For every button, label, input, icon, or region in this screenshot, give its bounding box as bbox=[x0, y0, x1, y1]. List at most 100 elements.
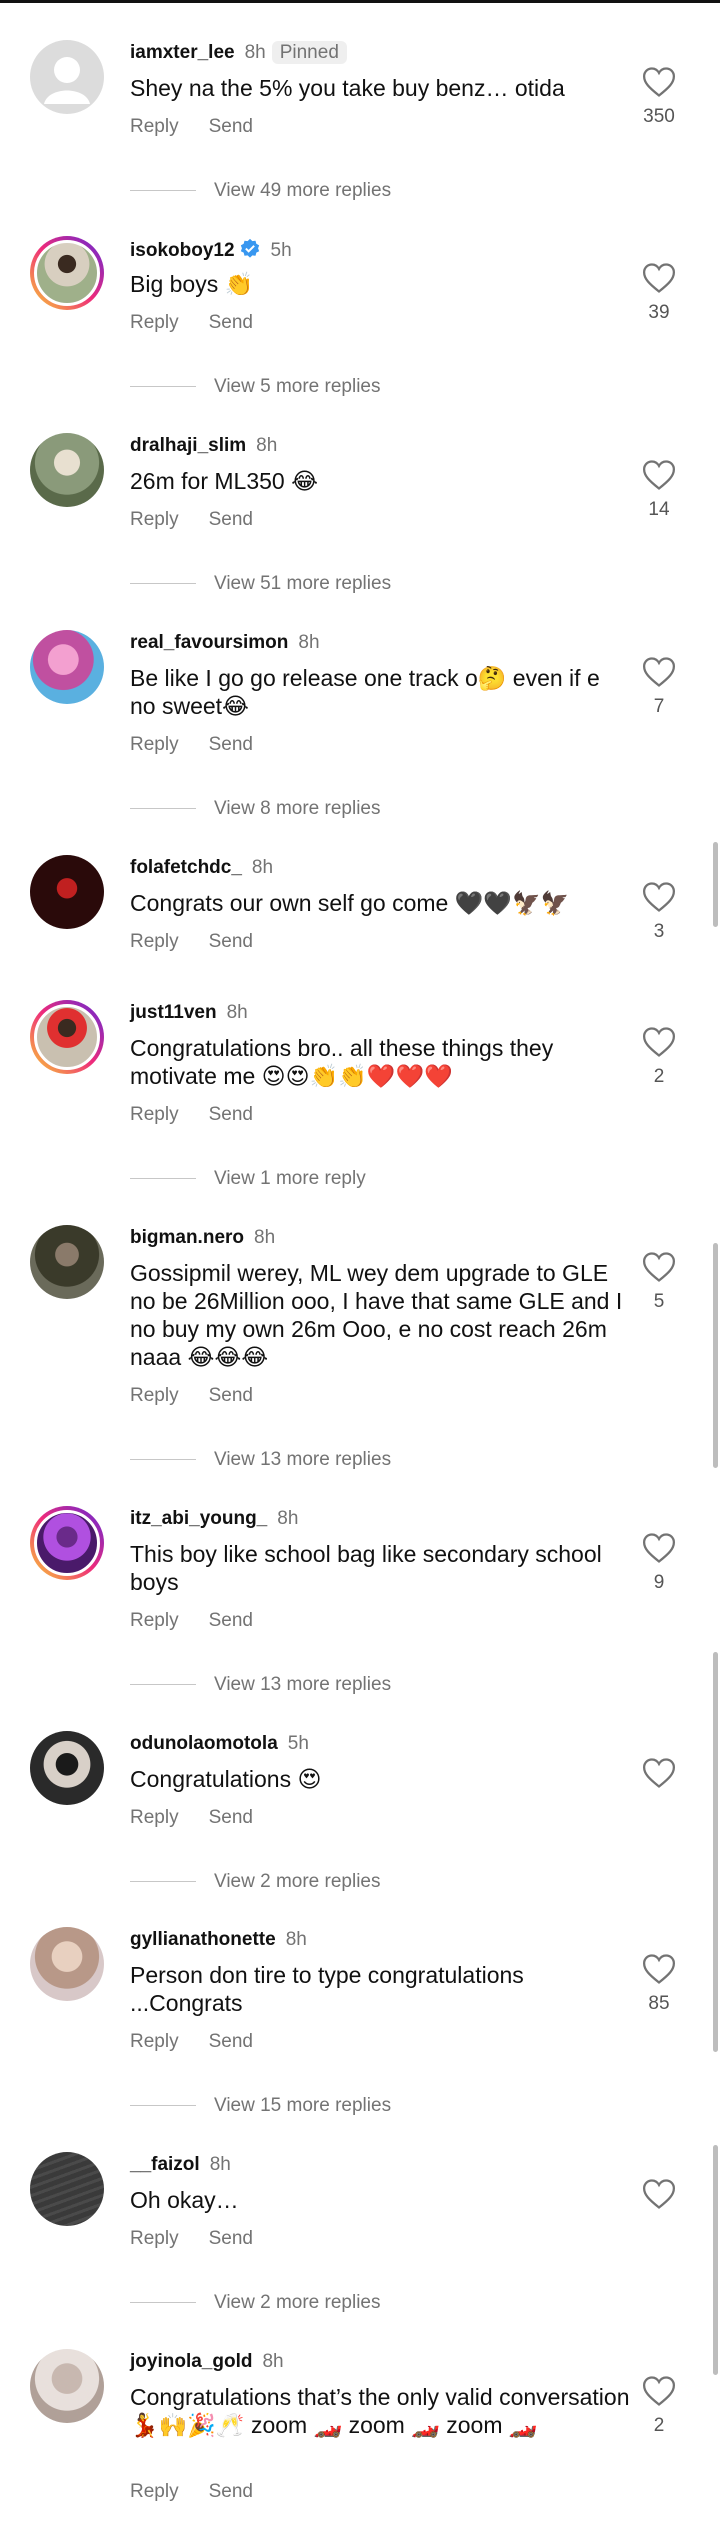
comment-text: 26m for ML350 😂 bbox=[130, 468, 318, 494]
send-button[interactable]: Send bbox=[209, 1610, 253, 1631]
reply-button[interactable]: Reply bbox=[130, 312, 179, 333]
view-more-replies[interactable]: View 13 more replies bbox=[130, 1449, 391, 1471]
view-more-label: View 1 more reply bbox=[214, 1168, 366, 1189]
heart-icon[interactable] bbox=[642, 66, 676, 98]
heart-icon[interactable] bbox=[642, 459, 676, 491]
view-more-replies[interactable]: View 2 more replies bbox=[130, 2292, 381, 2314]
send-button[interactable]: Send bbox=[209, 2031, 253, 2052]
heart-icon[interactable] bbox=[642, 1026, 676, 1058]
username[interactable]: folafetchdc_ bbox=[130, 857, 242, 878]
avatar[interactable] bbox=[30, 2152, 104, 2226]
avatar[interactable] bbox=[30, 1000, 104, 1074]
view-more-replies[interactable]: View 2 more replies bbox=[130, 1871, 381, 1893]
view-more-label: View 2 more replies bbox=[214, 1871, 381, 1892]
avatar[interactable] bbox=[30, 2349, 104, 2423]
view-more-replies[interactable]: View 8 more replies bbox=[130, 798, 381, 820]
avatar[interactable] bbox=[30, 1731, 104, 1805]
divider-line bbox=[130, 386, 196, 388]
send-button[interactable]: Send bbox=[209, 1807, 253, 1828]
view-more-replies[interactable]: View 1 more reply bbox=[130, 1168, 366, 1190]
timestamp: 5h bbox=[270, 240, 292, 261]
comment-meta: real_favoursimon 8h bbox=[130, 632, 320, 654]
avatar[interactable] bbox=[30, 630, 104, 704]
view-more-replies[interactable]: View 49 more replies bbox=[130, 180, 391, 202]
heart-icon[interactable] bbox=[642, 262, 676, 294]
scrollbar-thumb[interactable] bbox=[713, 1243, 718, 1468]
view-more-label: View 49 more replies bbox=[214, 180, 392, 201]
divider-line bbox=[130, 2105, 196, 2107]
reply-button[interactable]: Reply bbox=[130, 509, 179, 530]
username[interactable]: odunolaomotola bbox=[130, 1733, 278, 1754]
reply-button[interactable]: Reply bbox=[130, 734, 179, 755]
reply-button[interactable]: Reply bbox=[130, 1385, 179, 1406]
username[interactable]: iamxter_lee bbox=[130, 42, 235, 63]
reply-button[interactable]: Reply bbox=[130, 1807, 179, 1828]
comment-text: Gossipmil werey, ML wey dem upgrade to G… bbox=[130, 1260, 623, 1370]
avatar[interactable] bbox=[30, 1506, 104, 1580]
send-button[interactable]: Send bbox=[209, 116, 253, 137]
comment-actions: Reply Send bbox=[130, 1610, 283, 1632]
view-more-replies[interactable]: View 15 more replies bbox=[130, 2095, 391, 2117]
view-more-label: View 15 more replies bbox=[214, 2095, 392, 2116]
timestamp: 8h bbox=[209, 2154, 231, 2175]
send-button[interactable]: Send bbox=[209, 2228, 253, 2249]
username[interactable]: itz_abi_young_ bbox=[130, 1508, 267, 1529]
like-count: 85 bbox=[648, 1993, 670, 2014]
heart-icon[interactable] bbox=[642, 881, 676, 913]
heart-icon[interactable] bbox=[642, 2375, 676, 2407]
divider-line bbox=[130, 1178, 196, 1180]
username[interactable]: isokoboy12 bbox=[130, 240, 235, 261]
like-count: 39 bbox=[648, 302, 670, 323]
heart-icon[interactable] bbox=[642, 1251, 676, 1283]
send-button[interactable]: Send bbox=[209, 312, 253, 333]
view-more-label: View 2 more replies bbox=[214, 2292, 381, 2313]
comment-text: This boy like school bag like secondary … bbox=[130, 1541, 602, 1595]
comment-text: Be like I go go release one track o🤔 eve… bbox=[130, 665, 600, 719]
avatar[interactable] bbox=[30, 1225, 104, 1299]
view-more-replies[interactable]: View 5 more replies bbox=[130, 376, 381, 398]
scrollbar-thumb[interactable] bbox=[713, 2145, 718, 2375]
send-button[interactable]: Send bbox=[209, 2481, 253, 2502]
avatar[interactable] bbox=[30, 433, 104, 507]
view-more-replies[interactable]: View 13 more replies bbox=[130, 1674, 391, 1696]
username[interactable]: __faizol bbox=[130, 2154, 200, 2175]
send-button[interactable]: Send bbox=[209, 1104, 253, 1125]
scrollbar-thumb[interactable] bbox=[713, 1652, 718, 2052]
reply-button[interactable]: Reply bbox=[130, 2228, 179, 2249]
like-count: 5 bbox=[653, 1291, 665, 1312]
username[interactable]: gyllianathonette bbox=[130, 1929, 276, 1950]
avatar[interactable] bbox=[30, 1927, 104, 2001]
heart-icon[interactable] bbox=[642, 1953, 676, 1985]
timestamp: 8h bbox=[262, 2351, 284, 2372]
reply-button[interactable]: Reply bbox=[130, 2481, 179, 2502]
username[interactable]: dralhaji_slim bbox=[130, 435, 246, 456]
username[interactable]: bigman.nero bbox=[130, 1227, 244, 1248]
comment-text: Shey na the 5% you take buy benz… otida bbox=[130, 75, 565, 101]
send-button[interactable]: Send bbox=[209, 931, 253, 952]
reply-button[interactable]: Reply bbox=[130, 2031, 179, 2052]
heart-icon[interactable] bbox=[642, 2178, 676, 2210]
scrollbar-thumb[interactable] bbox=[713, 842, 718, 927]
reply-button[interactable]: Reply bbox=[130, 116, 179, 137]
view-more-replies[interactable]: View 51 more replies bbox=[130, 573, 391, 595]
comment-text: Congratulations that’s the only valid co… bbox=[130, 2384, 630, 2438]
comment-meta: bigman.nero 8h bbox=[130, 1227, 275, 1249]
timestamp: 8h bbox=[226, 1002, 248, 1023]
avatar[interactable] bbox=[30, 236, 104, 310]
heart-icon[interactable] bbox=[642, 656, 676, 688]
reply-button[interactable]: Reply bbox=[130, 931, 179, 952]
avatar[interactable] bbox=[30, 855, 104, 929]
like-count: 14 bbox=[648, 499, 670, 520]
username[interactable]: real_favoursimon bbox=[130, 632, 288, 653]
reply-button[interactable]: Reply bbox=[130, 1610, 179, 1631]
send-button[interactable]: Send bbox=[209, 734, 253, 755]
send-button[interactable]: Send bbox=[209, 1385, 253, 1406]
heart-icon[interactable] bbox=[642, 1532, 676, 1564]
avatar[interactable] bbox=[30, 40, 104, 114]
comment-meta: folafetchdc_ 8h bbox=[130, 857, 273, 879]
username[interactable]: just11ven bbox=[130, 1002, 217, 1023]
heart-icon[interactable] bbox=[642, 1757, 676, 1789]
reply-button[interactable]: Reply bbox=[130, 1104, 179, 1125]
username[interactable]: joyinola_gold bbox=[130, 2351, 252, 2372]
send-button[interactable]: Send bbox=[209, 509, 253, 530]
